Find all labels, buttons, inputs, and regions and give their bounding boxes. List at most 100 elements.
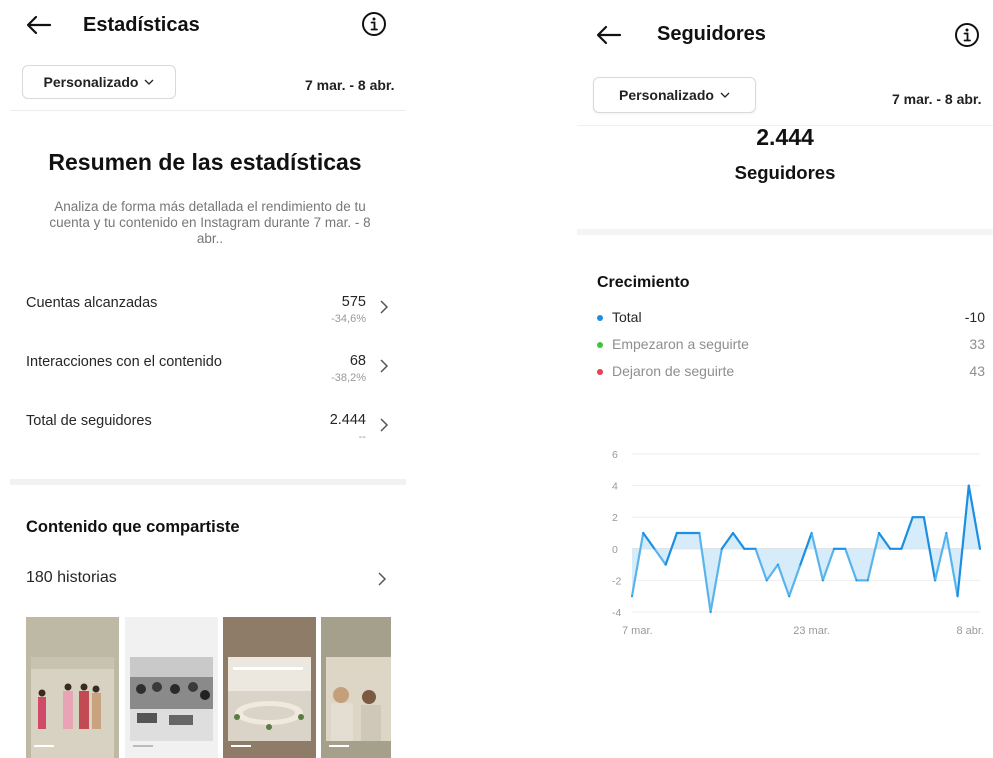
data-point xyxy=(911,516,914,519)
data-point xyxy=(709,611,712,613)
data-point xyxy=(866,579,869,582)
followers-panel: Seguidores Personalizado 7 mar. - 8 abr.… xyxy=(577,0,993,758)
data-point xyxy=(833,547,835,550)
date-range-label: 7 mar. - 8 abr. xyxy=(305,77,395,93)
metric-row-content-interactions[interactable]: Interacciones con el contenido 68 -38,2% xyxy=(26,353,392,394)
y-tick-label: 4 xyxy=(612,481,618,493)
data-point xyxy=(631,595,633,598)
section-divider xyxy=(10,479,406,485)
chevron-down-icon xyxy=(720,92,730,98)
data-point xyxy=(698,532,701,534)
data-point xyxy=(956,595,959,598)
divider xyxy=(10,110,406,111)
metric-label: Total de seguidores xyxy=(26,413,152,429)
data-point xyxy=(653,547,656,550)
legend-label: Dejaron de seguirte xyxy=(612,363,735,379)
back-arrow-icon[interactable] xyxy=(23,9,55,41)
back-arrow-icon[interactable] xyxy=(593,19,625,51)
insights-overview-panel: Estadísticas Personalizado 7 mar. - 8 ab… xyxy=(0,0,410,758)
date-filter-dropdown[interactable]: Personalizado xyxy=(22,65,176,99)
metric-label: Interacciones con el contenido xyxy=(26,354,222,370)
story-thumbnail[interactable] xyxy=(223,617,316,758)
section-divider xyxy=(577,229,993,235)
story-thumbnail[interactable] xyxy=(321,617,391,758)
data-point xyxy=(788,595,791,598)
legend-item-new-followers: Empezaron a seguirte 33 xyxy=(597,336,985,356)
data-point xyxy=(934,579,936,582)
data-point xyxy=(855,579,858,582)
dropdown-label: Personalizado xyxy=(619,87,714,103)
metric-value: 68 xyxy=(349,353,366,369)
metric-change: -38,2% xyxy=(331,372,366,384)
legend-value: 33 xyxy=(969,336,985,352)
legend-item-unfollows: Dejaron de seguirte 43 xyxy=(597,363,985,383)
metric-change: -34,6% xyxy=(331,313,366,325)
metric-label: Cuentas alcanzadas xyxy=(26,295,158,311)
chevron-right-icon xyxy=(380,418,389,432)
y-tick-label: 0 xyxy=(612,544,618,556)
chevron-right-icon xyxy=(380,359,389,373)
metric-value: 575 xyxy=(341,294,366,310)
chevron-right-icon xyxy=(378,572,387,586)
legend-label: Total xyxy=(612,309,642,325)
stories-count-label: 180 historias xyxy=(26,569,117,586)
chevron-down-icon xyxy=(144,79,154,85)
chevron-right-icon xyxy=(380,300,389,314)
data-point xyxy=(642,532,645,534)
legend-value: -10 xyxy=(964,309,985,325)
legend-dot xyxy=(597,369,603,375)
legend-dot xyxy=(597,315,603,321)
data-point xyxy=(889,547,892,550)
shared-content-title: Contenido que compartiste xyxy=(26,518,240,536)
y-tick-label: -4 xyxy=(612,607,621,619)
legend-item-total: Total -10 xyxy=(597,309,985,329)
growth-chart: 6 4 2 0 -2 -47 mar. 23 mar. 8 abr. xyxy=(612,449,984,637)
data-point xyxy=(878,532,880,534)
data-point xyxy=(922,516,925,519)
page-title: Estadísticas xyxy=(83,14,200,36)
data-point xyxy=(676,532,678,534)
data-point xyxy=(821,579,824,582)
y-tick-label: 6 xyxy=(612,449,618,461)
data-point xyxy=(777,563,779,566)
info-icon[interactable] xyxy=(359,9,389,39)
data-point xyxy=(810,532,813,534)
data-point xyxy=(979,547,981,550)
y-tick-label: 2 xyxy=(612,512,618,524)
data-point xyxy=(754,547,757,550)
data-point xyxy=(799,563,802,566)
story-thumbnail[interactable] xyxy=(26,617,119,758)
x-tick-label: 23 mar. xyxy=(793,625,830,637)
data-point xyxy=(945,532,948,534)
metric-value: 2.444 xyxy=(329,412,366,428)
legend-value: 43 xyxy=(969,363,985,379)
date-range-label: 7 mar. - 8 abr. xyxy=(892,91,982,107)
story-thumbnail[interactable] xyxy=(125,617,218,758)
data-point xyxy=(732,532,734,534)
data-point xyxy=(687,532,690,534)
followers-count: 2.444 xyxy=(756,124,814,150)
x-tick-label: 8 abr. xyxy=(956,625,984,637)
data-point xyxy=(664,563,667,566)
data-point xyxy=(765,579,768,582)
metric-row-accounts-reached[interactable]: Cuentas alcanzadas 575 -34,6% xyxy=(26,294,392,335)
x-tick-label: 7 mar. xyxy=(622,625,653,637)
summary-title: Resumen de las estadísticas xyxy=(48,149,362,175)
data-point xyxy=(967,484,970,487)
page-title: Seguidores xyxy=(657,23,766,45)
dropdown-label: Personalizado xyxy=(43,74,139,90)
summary-description: Analiza de forma más detallada el rendim… xyxy=(49,199,371,246)
data-point xyxy=(844,547,847,550)
data-point xyxy=(900,547,903,550)
date-filter-dropdown[interactable]: Personalizado xyxy=(593,77,756,113)
info-icon[interactable] xyxy=(952,20,982,50)
growth-title: Crecimiento xyxy=(597,274,690,291)
metric-row-total-followers[interactable]: Total de seguidores 2.444 -- xyxy=(26,412,392,453)
stories-row[interactable]: 180 historias xyxy=(26,569,392,593)
legend-label: Empezaron a seguirte xyxy=(612,336,749,352)
legend-dot xyxy=(597,342,603,348)
y-tick-label: -2 xyxy=(612,575,621,587)
data-point xyxy=(743,547,746,550)
followers-label: Seguidores xyxy=(734,162,836,183)
data-point xyxy=(720,547,723,550)
